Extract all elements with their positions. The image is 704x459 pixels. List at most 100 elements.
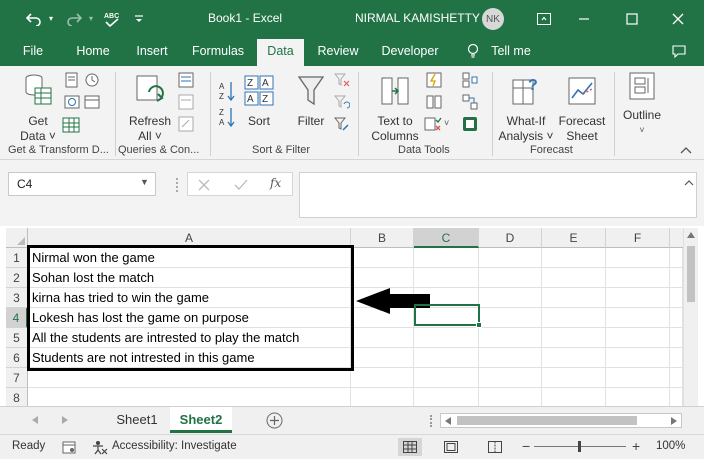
cell-e4[interactable] — [542, 308, 606, 328]
data-model-icon[interactable] — [462, 116, 478, 132]
tab-tell-me[interactable]: Tell me — [486, 37, 536, 66]
tab-file[interactable]: File — [14, 37, 52, 66]
outline-button[interactable]: Outline ˅ — [620, 70, 664, 138]
user-name[interactable]: NIRMAL KAMISHETTY — [355, 11, 480, 25]
insert-function-icon[interactable]: fx — [270, 176, 281, 190]
scroll-sheets-left-icon[interactable] — [32, 416, 38, 424]
normal-view-button[interactable] — [398, 438, 422, 456]
cell-f6[interactable] — [606, 348, 670, 368]
column-header-b[interactable]: B — [351, 228, 414, 248]
lightbulb-icon[interactable] — [464, 37, 482, 66]
scroll-sheets-right-icon[interactable] — [62, 416, 68, 424]
flash-fill-icon[interactable] — [426, 72, 442, 88]
clear-filter-icon[interactable] — [334, 72, 350, 88]
column-header-d[interactable]: D — [479, 228, 542, 248]
column-header-c[interactable]: C — [414, 228, 479, 248]
cell-f1[interactable] — [606, 248, 670, 268]
column-header-e[interactable]: E — [542, 228, 606, 248]
properties-icon[interactable] — [178, 94, 194, 110]
macro-record-icon[interactable] — [62, 441, 76, 454]
relationships-icon[interactable] — [462, 94, 478, 110]
cell-f2[interactable] — [606, 268, 670, 288]
cell-d8[interactable] — [479, 388, 542, 408]
recent-sources-icon[interactable] — [84, 72, 100, 88]
cell-d4[interactable] — [479, 308, 542, 328]
tab-split-handle[interactable] — [430, 415, 432, 427]
undo-dropdown-icon[interactable]: ▾ — [46, 0, 56, 37]
tab-developer[interactable]: Developer — [376, 37, 444, 66]
consolidate-icon[interactable] — [462, 72, 478, 88]
cell-b5[interactable] — [351, 328, 414, 348]
row-header-1[interactable]: 1 — [6, 248, 28, 268]
accessibility-status[interactable]: Accessibility: Investigate — [112, 440, 237, 452]
cell-d7[interactable] — [479, 368, 542, 388]
zoom-slider-thumb[interactable] — [578, 441, 581, 452]
accessibility-icon[interactable] — [92, 440, 108, 455]
cell-f5[interactable] — [606, 328, 670, 348]
tab-home[interactable]: Home — [68, 37, 118, 66]
cell-a8[interactable] — [28, 388, 351, 408]
zoom-in-button[interactable]: + — [632, 439, 640, 453]
queries-connections-icon[interactable] — [178, 72, 194, 88]
cell-c8[interactable] — [414, 388, 479, 408]
comments-icon[interactable] — [668, 37, 690, 66]
cell-c2[interactable] — [414, 268, 479, 288]
what-if-analysis-button[interactable]: ? What-If Analysis ˅ — [498, 74, 554, 144]
forecast-sheet-button[interactable]: Forecast Sheet — [556, 74, 608, 144]
collapse-ribbon-icon[interactable] — [680, 146, 692, 154]
reapply-filter-icon[interactable] — [334, 94, 350, 110]
avatar[interactable]: NK — [482, 8, 504, 30]
cell-d3[interactable] — [479, 288, 542, 308]
spelling-abc-icon[interactable]: ABC — [100, 0, 124, 37]
cancel-entry-icon[interactable] — [198, 179, 210, 191]
cell-e5[interactable] — [542, 328, 606, 348]
cell-e3[interactable] — [542, 288, 606, 308]
cell-d2[interactable] — [479, 268, 542, 288]
maximize-icon[interactable] — [620, 0, 644, 37]
cell-partial1[interactable] — [670, 248, 683, 268]
active-cell[interactable] — [414, 304, 482, 328]
redo-icon[interactable] — [62, 0, 86, 37]
row-header-4[interactable]: 4 — [6, 308, 28, 328]
sort-button[interactable]: Z A A Z Sort — [240, 74, 278, 129]
cell-c7[interactable] — [414, 368, 479, 388]
cell-partial8[interactable] — [670, 388, 683, 408]
scroll-up-icon[interactable] — [687, 232, 695, 238]
row-header-8[interactable]: 8 — [6, 388, 28, 408]
formula-bar-resize-handle[interactable] — [176, 178, 178, 192]
name-box-dropdown-icon[interactable]: ▼ — [140, 177, 149, 187]
cell-b2[interactable] — [351, 268, 414, 288]
cell-c5[interactable] — [414, 328, 479, 348]
filter-button[interactable]: Filter — [292, 74, 330, 129]
confirm-entry-icon[interactable] — [234, 179, 248, 191]
close-icon[interactable] — [666, 0, 690, 37]
scroll-left-icon[interactable] — [445, 417, 451, 425]
cell-partial6[interactable] — [670, 348, 683, 368]
cell-d1[interactable] — [479, 248, 542, 268]
cell-c1[interactable] — [414, 248, 479, 268]
text-to-columns-button[interactable]: Text to Columns — [368, 74, 422, 144]
data-validation-dropdown-icon[interactable]: ˅ — [444, 118, 449, 128]
sort-a-to-z-icon[interactable]: AZ — [218, 80, 236, 102]
scroll-right-icon[interactable] — [671, 417, 677, 425]
cell-b6[interactable] — [351, 348, 414, 368]
redo-dropdown-icon[interactable]: ▾ — [86, 0, 96, 37]
row-header-7[interactable]: 7 — [6, 368, 28, 388]
sheet-tab-sheet2[interactable]: Sheet2 — [170, 407, 232, 433]
horizontal-scrollbar[interactable] — [440, 413, 682, 428]
data-validation-icon[interactable] — [424, 116, 442, 132]
cell-f7[interactable] — [606, 368, 670, 388]
cell-e1[interactable] — [542, 248, 606, 268]
row-header-3[interactable]: 3 — [6, 288, 28, 308]
horizontal-scroll-thumb[interactable] — [457, 416, 637, 425]
zoom-level[interactable]: 100% — [656, 440, 685, 452]
column-header-f[interactable]: F — [606, 228, 670, 248]
page-break-preview-icon[interactable] — [488, 441, 502, 453]
sort-z-to-a-icon[interactable]: ZA — [218, 106, 236, 128]
name-box[interactable]: C4 — [8, 172, 156, 196]
cell-partial5[interactable] — [670, 328, 683, 348]
cell-b7[interactable] — [351, 368, 414, 388]
row-header-6[interactable]: 6 — [6, 348, 28, 368]
refresh-all-button[interactable]: Refresh All ˅ — [126, 74, 174, 144]
cell-e8[interactable] — [542, 388, 606, 408]
